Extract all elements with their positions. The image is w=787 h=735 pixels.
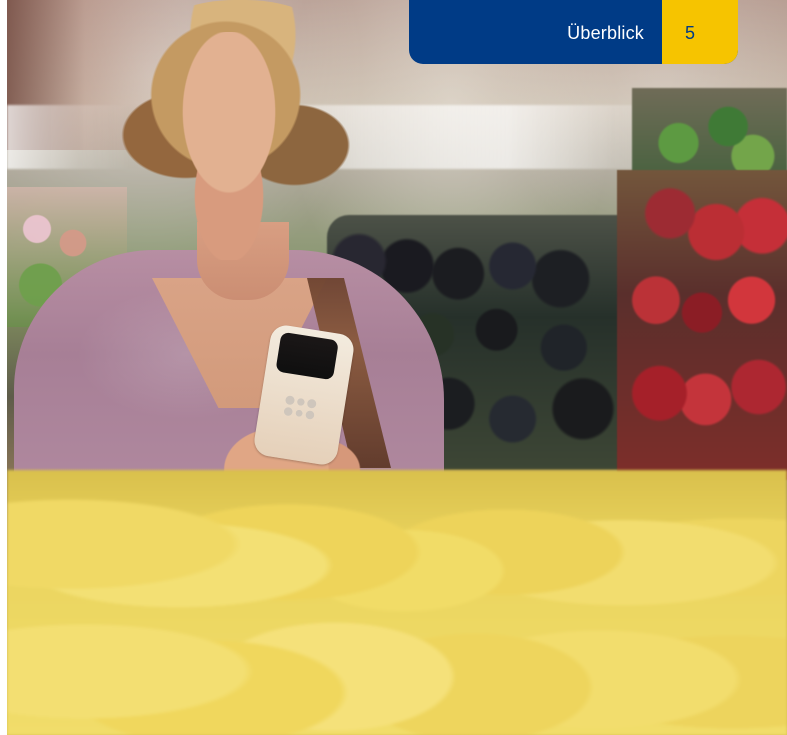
phone-screen bbox=[275, 331, 339, 381]
supermarket-photo bbox=[7, 0, 787, 735]
red-produce-display bbox=[617, 170, 787, 480]
section-header-tab: Überblick 5 bbox=[409, 0, 738, 64]
page-number-box: 5 bbox=[662, 0, 738, 64]
lemon-display-foreground bbox=[7, 470, 787, 735]
section-title: Überblick bbox=[567, 23, 644, 43]
phone-keypad bbox=[274, 387, 325, 432]
left-margin-strip bbox=[0, 0, 7, 735]
woman-face bbox=[144, 32, 314, 260]
page-number: 5 bbox=[685, 23, 696, 43]
document-page: Überblick 5 bbox=[0, 0, 787, 735]
